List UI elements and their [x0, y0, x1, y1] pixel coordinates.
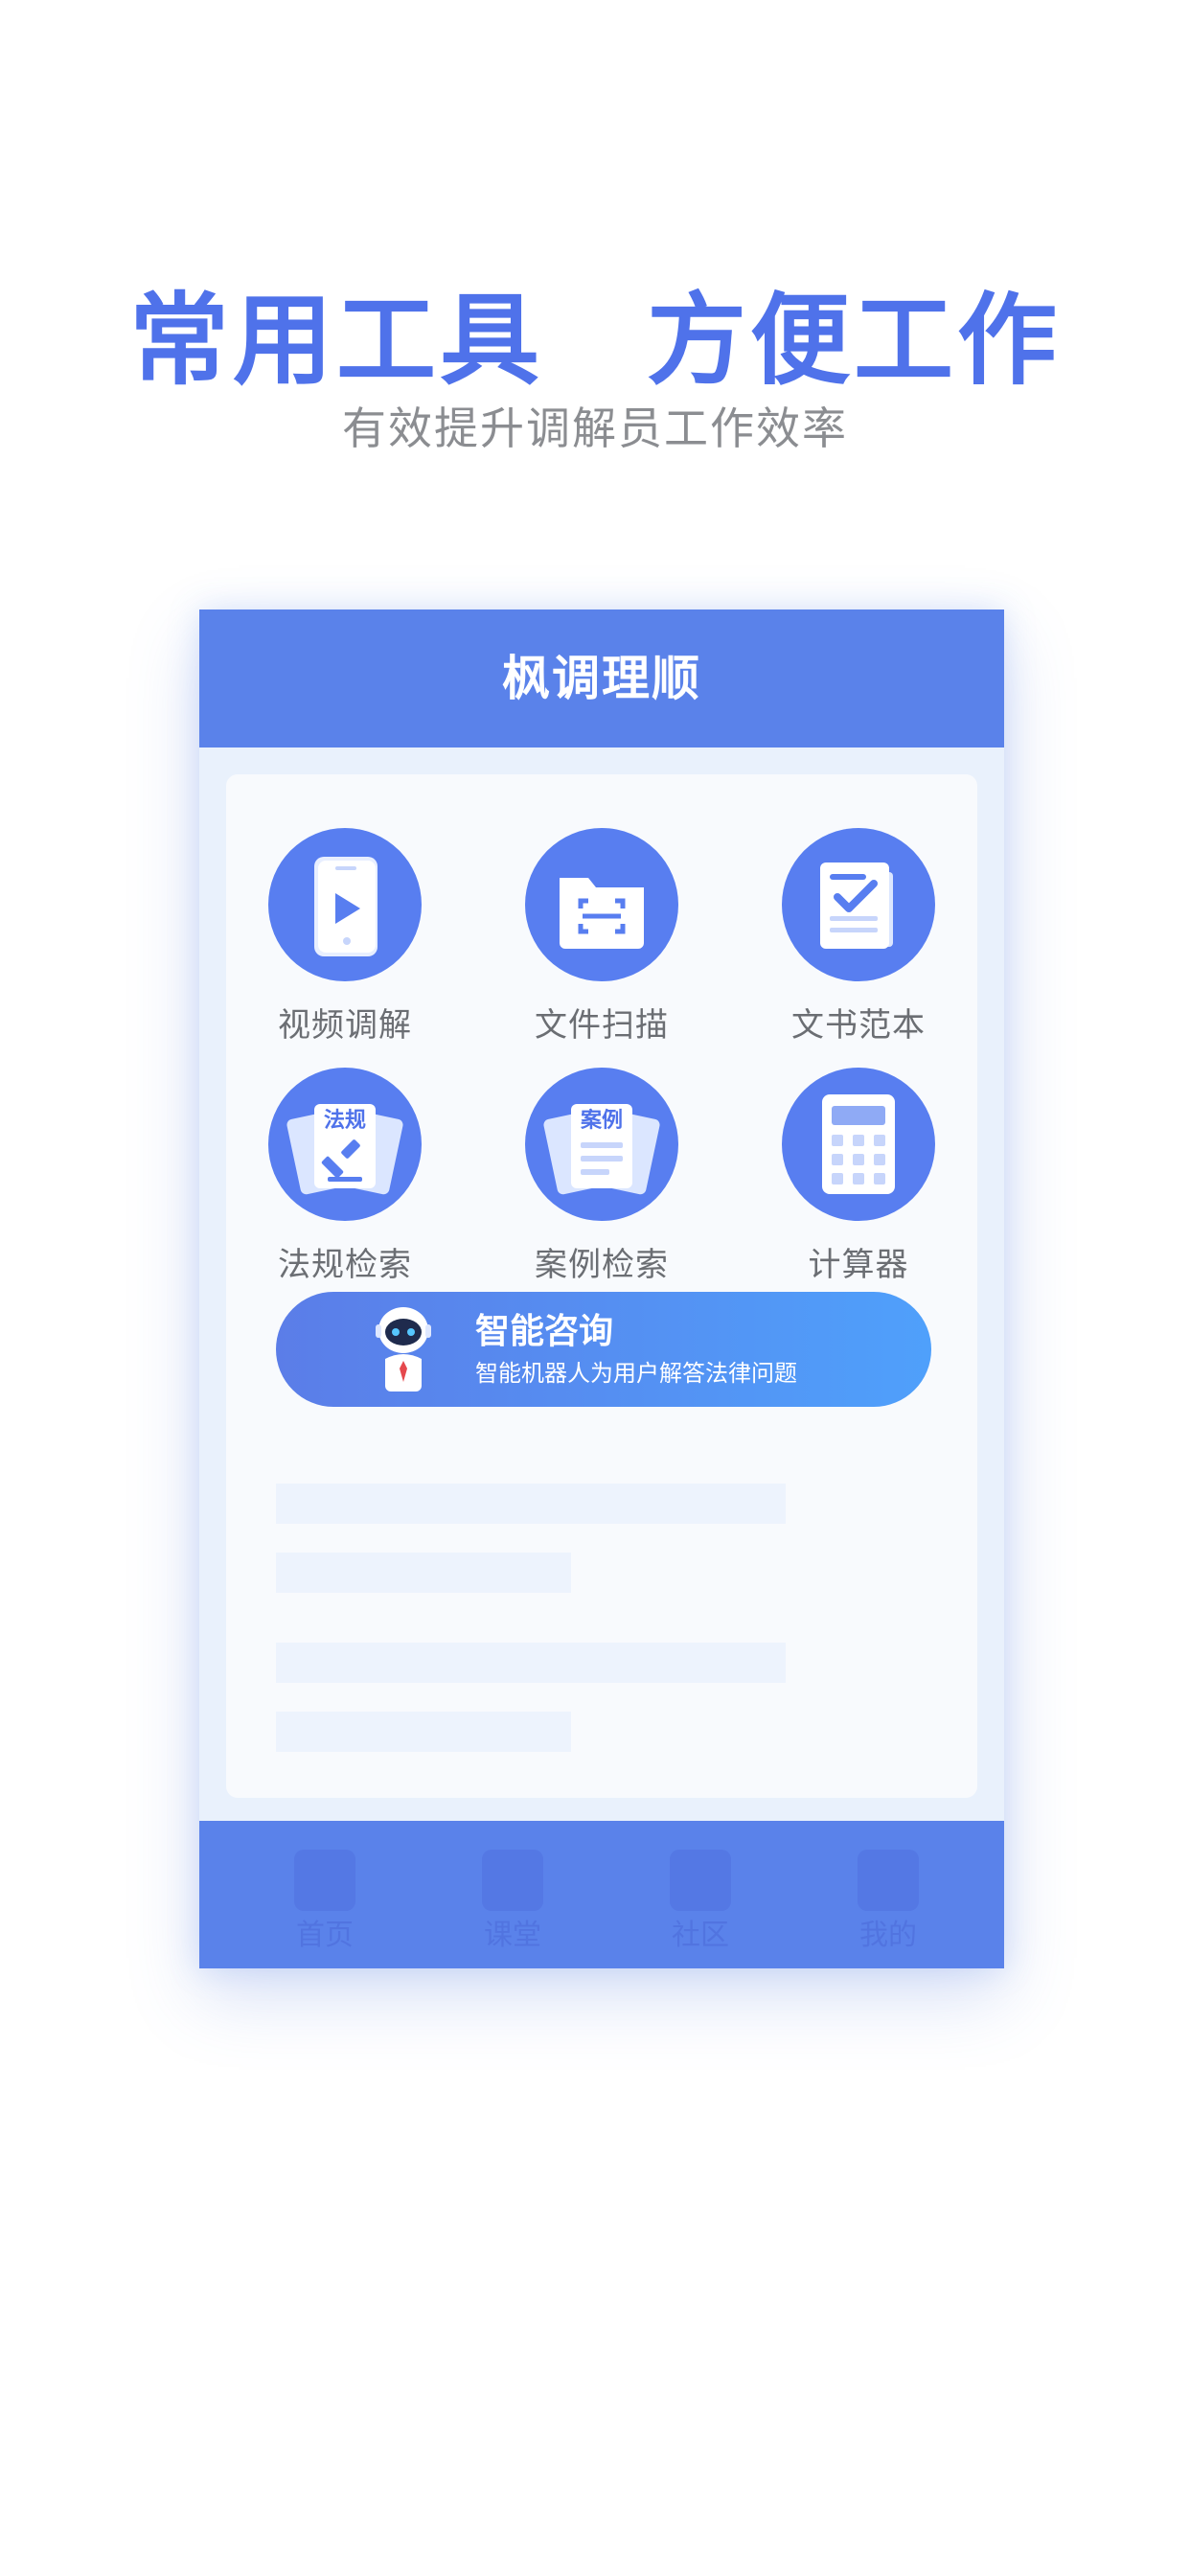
tool-label: 法规检索: [278, 1246, 412, 1284]
hero-headline: 常用工具 方便工作: [128, 282, 1061, 399]
tool-label: 文书范本: [791, 1006, 926, 1045]
case-document-icon: 案例: [525, 1068, 678, 1221]
calculator-icon: [782, 1068, 935, 1221]
tool-calculator[interactable]: 计算器: [763, 1068, 954, 1286]
document-check-icon: [782, 828, 935, 981]
robot-icon: [376, 1307, 431, 1392]
folder-scan-icon: [525, 828, 678, 981]
law-badge: 法规: [323, 1109, 366, 1133]
tool-label: 视频调解: [278, 1006, 412, 1045]
tool-document-templates[interactable]: 文书范本: [763, 828, 954, 1046]
tools-card: 视频调解 文件扫描 文书范本 法规 法规检索 案例 案例检索 计算器 智能咨询 …: [226, 774, 977, 1798]
tool-label: 计算器: [808, 1246, 909, 1284]
tool-file-scan[interactable]: 文件扫描: [506, 828, 698, 1046]
consult-description: 智能机器人为用户解答法律问题: [475, 1360, 797, 1387]
tab-bar: 首页 课堂 社区 我的: [199, 1821, 1004, 1968]
tool-label: 案例检索: [535, 1246, 669, 1284]
tool-label: 文件扫描: [535, 1006, 669, 1045]
skeleton-line: [276, 1643, 786, 1683]
tab-label: 我的: [859, 1919, 917, 1952]
tab-community[interactable]: 社区: [648, 1850, 753, 1955]
case-badge: 案例: [580, 1109, 623, 1133]
skeleton-line: [276, 1484, 786, 1524]
classroom-icon: [482, 1850, 543, 1911]
community-icon: [670, 1850, 731, 1911]
home-icon: [294, 1850, 355, 1911]
tab-label: 课堂: [484, 1919, 541, 1952]
tab-label: 社区: [672, 1919, 729, 1952]
consult-title: 智能咨询: [475, 1312, 614, 1351]
tool-case-search[interactable]: 案例 案例检索: [506, 1068, 698, 1286]
tab-home[interactable]: 首页: [272, 1850, 378, 1955]
skeleton-line: [276, 1552, 571, 1593]
tab-profile[interactable]: 我的: [835, 1850, 941, 1955]
tool-law-search[interactable]: 法规 法规检索: [249, 1068, 441, 1286]
profile-icon: [858, 1850, 919, 1911]
app-title: 枫调理顺: [199, 610, 1004, 748]
tab-classroom[interactable]: 课堂: [460, 1850, 565, 1955]
smart-consult-button[interactable]: 智能咨询 智能机器人为用户解答法律问题: [276, 1292, 931, 1407]
tab-label: 首页: [296, 1919, 354, 1952]
tool-video-mediation[interactable]: 视频调解: [249, 828, 441, 1046]
phone-mockup: 枫调理顺 视频调解 文件扫描 文书范本 法规 法规检索 案例 案例检索 计算器 …: [199, 610, 1004, 1968]
hero-subheadline: 有效提升调解员工作效率: [342, 402, 848, 454]
skeleton-line: [276, 1712, 571, 1752]
video-phone-icon: [268, 828, 422, 981]
law-gavel-icon: 法规: [268, 1068, 422, 1221]
